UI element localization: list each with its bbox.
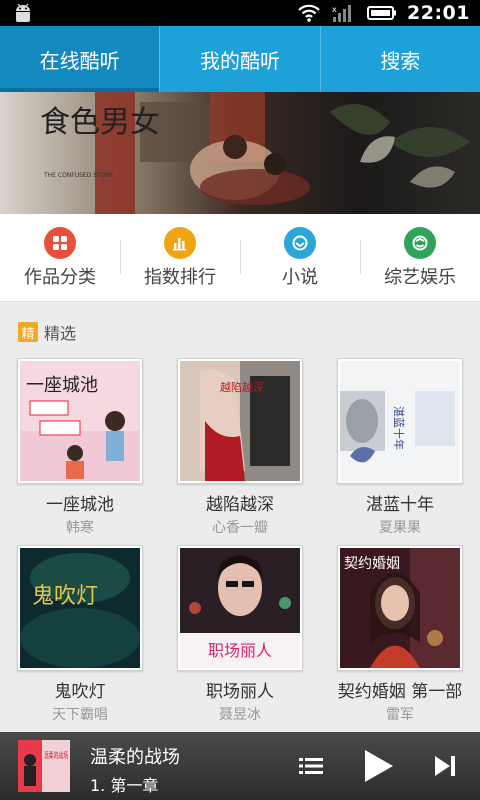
item-author: 韩寒 — [66, 520, 94, 536]
cover-image: 鬼吹灯 — [17, 545, 143, 671]
cover-image: 职场丽人 — [177, 545, 303, 671]
item-author: 心香一瓣 — [212, 520, 268, 536]
smile-icon — [404, 226, 436, 259]
cover-text: 一座城池 — [26, 375, 98, 396]
list-item[interactable]: 鬼吹灯 鬼吹灯 天下霸唱 — [0, 545, 160, 724]
tab-search[interactable]: 搜索 — [321, 26, 480, 92]
item-title: 契约婚姻 第一部 — [337, 682, 463, 702]
android-icon — [16, 3, 30, 22]
category-variety[interactable]: 综艺娱乐 — [360, 214, 480, 301]
book-icon — [284, 226, 316, 259]
cover-image: 一座城池 — [17, 358, 143, 484]
signal-icon: x — [332, 5, 352, 22]
category-row: 作品分类 指数排行 小说 综艺娱乐 — [0, 214, 480, 302]
category-label: 指数排行 — [144, 266, 216, 288]
tab-bar: 在线酷听 我的酷听 搜索 — [0, 26, 480, 92]
wifi-icon — [298, 4, 320, 22]
item-title: 越陷越深 — [206, 495, 274, 515]
item-author: 夏果果 — [379, 520, 421, 536]
list-item[interactable]: 越陷越深 越陷越深 心香一瓣 — [160, 358, 320, 537]
cover-text: 契约婚姻 — [344, 556, 400, 572]
battery-icon — [367, 6, 397, 20]
item-title: 一座城池 — [46, 495, 114, 515]
category-label: 作品分类 — [24, 266, 96, 288]
tab-my-listen[interactable]: 我的酷听 — [160, 26, 321, 92]
status-bar: x 22:01 — [0, 0, 480, 26]
category-novel[interactable]: 小说 — [240, 214, 360, 301]
bar-chart-icon — [164, 226, 196, 259]
category-works[interactable]: 作品分类 — [0, 214, 120, 301]
list-item[interactable]: 湛蓝十年 湛蓝十年 夏果果 — [320, 358, 480, 537]
tab-online-listen[interactable]: 在线酷听 — [0, 26, 161, 92]
cover-image: 越陷越深 — [177, 358, 303, 484]
promo-banner[interactable]: 食色男女 THE CONFUSED STORY — [0, 92, 480, 214]
cover-text: 湛蓝十年 — [392, 406, 406, 450]
category-ranking[interactable]: 指数排行 — [120, 214, 240, 301]
banner-subtitle: THE CONFUSED STORY — [43, 172, 113, 179]
mini-player[interactable]: 温柔的战场 温柔的战场 1. 第一章 — [0, 732, 480, 800]
now-playing-cover: 温柔的战场 — [18, 740, 70, 792]
item-author: 雷军 — [386, 707, 414, 723]
now-playing-chapter: 1. 第一章 — [90, 776, 159, 795]
category-label: 小说 — [282, 266, 318, 288]
banner-image: 食色男女 THE CONFUSED STORY — [0, 92, 480, 214]
status-clock: 22:01 — [407, 2, 470, 24]
cover-text: 越陷越深 — [220, 380, 264, 394]
thumb-text: 温柔的战场 — [44, 750, 68, 760]
featured-header: 精 精选 — [18, 320, 76, 344]
playlist-button[interactable] — [294, 749, 328, 783]
list-item[interactable]: 职场丽人 职场丽人 聂昱冰 — [160, 545, 320, 724]
play-icon — [365, 750, 393, 782]
cover-image: 湛蓝十年 — [337, 358, 463, 484]
item-title: 湛蓝十年 — [366, 495, 434, 515]
grid-icon — [44, 226, 76, 259]
next-button[interactable] — [428, 749, 462, 783]
now-playing-title: 温柔的战场 — [90, 747, 180, 768]
next-icon — [435, 756, 455, 776]
item-author: 天下霸唱 — [52, 707, 108, 723]
category-label: 综艺娱乐 — [384, 266, 456, 288]
playlist-icon — [299, 758, 323, 774]
item-author: 聂昱冰 — [219, 707, 261, 723]
item-title: 职场丽人 — [206, 682, 274, 702]
item-title: 鬼吹灯 — [54, 682, 106, 702]
list-item[interactable]: 一座城池 一座城池 韩寒 — [0, 358, 160, 537]
svg-text:x: x — [332, 5, 337, 14]
featured-title: 精选 — [44, 324, 77, 343]
banner-title: 食色男女 — [40, 105, 160, 140]
featured-badge: 精 — [18, 322, 38, 342]
list-item[interactable]: 契约婚姻 契约婚姻 第一部 雷军 — [320, 545, 480, 724]
cover-text: 鬼吹灯 — [32, 584, 98, 609]
cover-text: 职场丽人 — [208, 641, 272, 660]
play-button[interactable] — [358, 749, 398, 783]
cover-image: 契约婚姻 — [337, 545, 463, 671]
